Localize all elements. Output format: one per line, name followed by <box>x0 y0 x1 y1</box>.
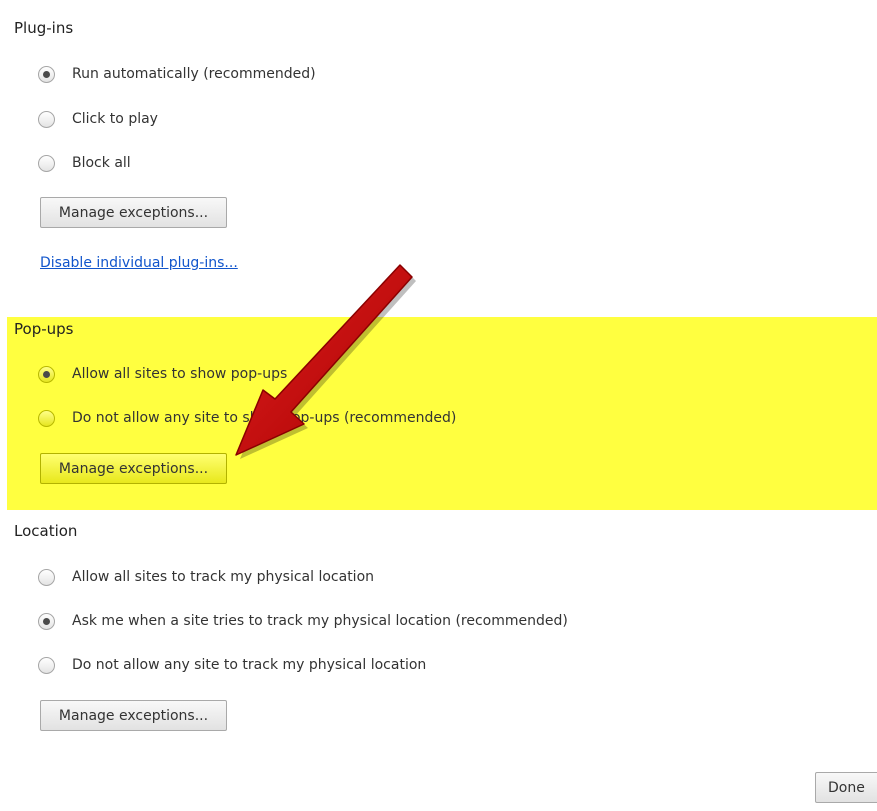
option-label: Allow all sites to show pop-ups <box>72 366 288 382</box>
option-label: Run automatically (recommended) <box>72 66 316 82</box>
location-option-ask-me[interactable]: Ask me when a site tries to track my phy… <box>38 611 568 631</box>
radio-button[interactable] <box>38 656 55 674</box>
radio-button[interactable] <box>38 110 55 128</box>
option-label: Click to play <box>72 111 158 127</box>
radio-button[interactable] <box>38 409 55 427</box>
option-label: Do not allow any site to track my physic… <box>72 657 427 673</box>
plugins-option-run-automatically[interactable]: Run automatically (recommended) <box>38 64 316 84</box>
option-label: Ask me when a site tries to track my phy… <box>72 613 568 629</box>
radio-button[interactable] <box>38 154 55 172</box>
plugins-option-click-to-play[interactable]: Click to play <box>38 109 158 129</box>
radio-button[interactable] <box>38 365 55 383</box>
done-button[interactable]: Done <box>815 772 877 803</box>
popups-option-allow-all[interactable]: Allow all sites to show pop-ups <box>38 364 287 384</box>
location-manage-exceptions-button[interactable]: Manage exceptions... <box>40 700 227 731</box>
popups-heading: Pop-ups <box>14 320 74 338</box>
radio-button[interactable] <box>38 65 55 83</box>
disable-plugins-link[interactable]: Disable individual plug-ins... <box>40 255 238 271</box>
radio-button[interactable] <box>38 568 55 586</box>
popups-option-block-all[interactable]: Do not allow any site to show pop-ups (r… <box>38 408 456 428</box>
option-label: Block all <box>72 155 131 171</box>
plugins-option-block-all[interactable]: Block all <box>38 153 131 173</box>
option-label: Do not allow any site to show pop-ups (r… <box>72 410 457 426</box>
location-heading: Location <box>14 522 78 540</box>
popups-manage-exceptions-button[interactable]: Manage exceptions... <box>40 453 227 484</box>
radio-button[interactable] <box>38 612 55 630</box>
plugins-manage-exceptions-button[interactable]: Manage exceptions... <box>40 197 227 228</box>
location-option-allow-all[interactable]: Allow all sites to track my physical loc… <box>38 567 374 587</box>
location-option-block-all[interactable]: Do not allow any site to track my physic… <box>38 655 426 675</box>
option-label: Allow all sites to track my physical loc… <box>72 569 375 585</box>
plugins-heading: Plug-ins <box>14 19 74 37</box>
